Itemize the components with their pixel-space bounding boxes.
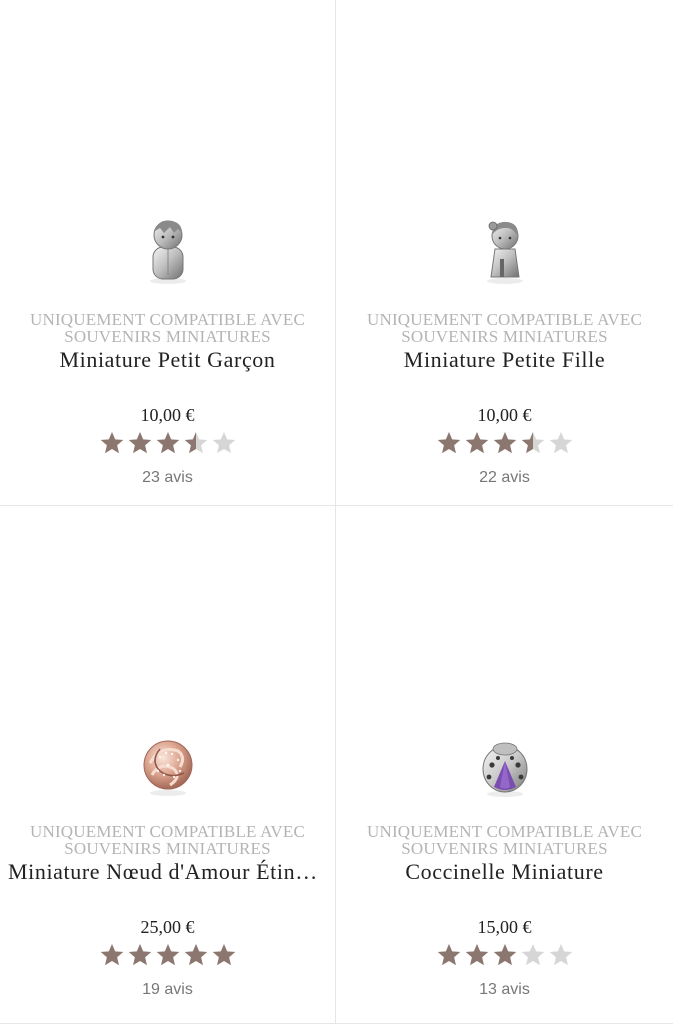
- product-price: 10,00 €: [140, 405, 195, 425]
- compatibility-line: UNIQUEMENT COMPATIBLE AVEC: [29, 822, 306, 841]
- boy-charm-icon[interactable]: [130, 213, 206, 289]
- review-count[interactable]: 13 avis: [336, 981, 673, 999]
- star-filled-icon: [465, 431, 488, 454]
- rating-stars: [336, 942, 673, 970]
- girl-charm-icon[interactable]: [467, 213, 543, 289]
- love-knot-charm-icon[interactable]: [130, 727, 206, 803]
- star-filled-icon: [184, 943, 207, 966]
- star-filled-icon: [465, 943, 488, 966]
- star-filled-icon: [493, 431, 516, 454]
- star-half-icon: [521, 431, 544, 454]
- compatibility-note: UNIQUEMENT COMPATIBLE AVEC SOUVENIRS MIN…: [336, 823, 673, 857]
- compatibility-line: UNIQUEMENT COMPATIBLE AVEC: [29, 310, 306, 329]
- compatibility-line: SOUVENIRS MINIATURES: [64, 839, 271, 858]
- product-name[interactable]: Coccinelle Miniature: [344, 859, 665, 885]
- product-card[interactable]: UNIQUEMENT COMPATIBLE AVEC SOUVENIRS MIN…: [336, 0, 673, 506]
- product-card[interactable]: UNIQUEMENT COMPATIBLE AVEC SOUVENIRS MIN…: [336, 506, 673, 1024]
- ladybug-charm-icon[interactable]: [467, 727, 543, 803]
- star-filled-icon: [437, 431, 460, 454]
- star-empty-icon: [549, 943, 572, 966]
- product-card[interactable]: UNIQUEMENT COMPATIBLE AVEC SOUVENIRS MIN…: [0, 506, 336, 1024]
- product-price: 15,00 €: [477, 917, 532, 937]
- compatibility-line: SOUVENIRS MINIATURES: [401, 839, 608, 858]
- star-half-icon: [184, 431, 207, 454]
- product-name[interactable]: Miniature Petit Garçon: [8, 347, 327, 373]
- star-empty-icon: [521, 943, 544, 966]
- compatibility-note: UNIQUEMENT COMPATIBLE AVEC SOUVENIRS MIN…: [0, 311, 335, 345]
- review-count[interactable]: 23 avis: [0, 469, 335, 487]
- product-grid: UNIQUEMENT COMPATIBLE AVEC SOUVENIRS MIN…: [0, 0, 673, 1024]
- star-filled-icon: [493, 943, 516, 966]
- star-filled-icon: [128, 431, 151, 454]
- star-filled-icon: [156, 943, 179, 966]
- star-filled-icon: [437, 943, 460, 966]
- rating-stars: [0, 430, 335, 458]
- compatibility-line: UNIQUEMENT COMPATIBLE AVEC: [366, 822, 643, 841]
- product-price: 25,00 €: [140, 917, 195, 937]
- rating-stars: [336, 430, 673, 458]
- star-empty-icon: [212, 431, 235, 454]
- star-filled-icon: [100, 431, 123, 454]
- star-empty-icon: [549, 431, 572, 454]
- star-filled-icon: [212, 943, 235, 966]
- compatibility-line: SOUVENIRS MINIATURES: [64, 327, 271, 346]
- compatibility-note: UNIQUEMENT COMPATIBLE AVEC SOUVENIRS MIN…: [336, 311, 673, 345]
- review-count[interactable]: 19 avis: [0, 981, 335, 999]
- product-name[interactable]: Miniature Nœud d'Amour Étincelant: [8, 859, 327, 885]
- star-filled-icon: [100, 943, 123, 966]
- product-price: 10,00 €: [477, 405, 532, 425]
- rating-stars: [0, 942, 335, 970]
- star-filled-icon: [128, 943, 151, 966]
- compatibility-line: UNIQUEMENT COMPATIBLE AVEC: [366, 310, 643, 329]
- compatibility-line: SOUVENIRS MINIATURES: [401, 327, 608, 346]
- review-count[interactable]: 22 avis: [336, 469, 673, 487]
- product-name[interactable]: Miniature Petite Fille: [344, 347, 665, 373]
- star-filled-icon: [156, 431, 179, 454]
- compatibility-note: UNIQUEMENT COMPATIBLE AVEC SOUVENIRS MIN…: [0, 823, 335, 857]
- product-card[interactable]: UNIQUEMENT COMPATIBLE AVEC SOUVENIRS MIN…: [0, 0, 336, 506]
